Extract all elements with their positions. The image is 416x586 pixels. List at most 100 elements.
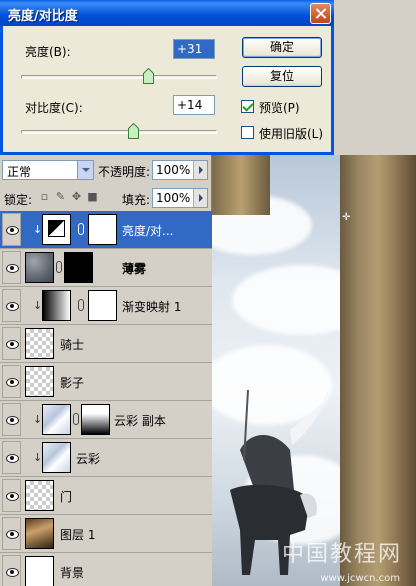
- fill-field[interactable]: 100%: [152, 188, 208, 208]
- watermark-url: www.jcwcn.com: [320, 573, 400, 584]
- layer-name: 云彩: [76, 452, 101, 466]
- blend-mode-select[interactable]: 正常: [2, 160, 94, 180]
- layer-row-gradient-map[interactable]: ↓ 渐变映射 1: [0, 287, 212, 325]
- brightness-input[interactable]: +31: [173, 39, 215, 59]
- preview-checkbox[interactable]: [241, 100, 254, 113]
- fill-arrow-icon[interactable]: [193, 189, 207, 207]
- eye-icon[interactable]: [2, 327, 21, 360]
- layer-row-layer-1[interactable]: 图层 1: [0, 515, 212, 553]
- layer-name: 骑士: [60, 338, 85, 352]
- eye-icon[interactable]: [2, 555, 21, 586]
- lock-paint-icon[interactable]: ✎: [54, 190, 67, 203]
- clip-arrow-icon: ↓: [33, 413, 43, 426]
- crosshair-cursor-icon: ✛: [342, 212, 351, 223]
- layer-name: 门: [60, 490, 73, 504]
- brightness-value: +31: [177, 42, 203, 56]
- image-canvas[interactable]: 中国教程网 www.jcwcn.com: [212, 155, 416, 586]
- contrast-label: 对比度(C):: [25, 101, 83, 115]
- adjustment-thumbnail: [42, 214, 71, 245]
- legacy-checkbox[interactable]: [241, 126, 254, 139]
- layer-thumbnail: [25, 556, 54, 586]
- layer-mask-thumbnail: [88, 214, 117, 245]
- opacity-value: 100%: [156, 163, 191, 177]
- layer-row-mist[interactable]: 薄雾: [0, 249, 212, 287]
- ok-button[interactable]: 确定: [242, 37, 322, 58]
- layer-mask-thumbnail: [81, 404, 110, 435]
- contrast-slider-thumb[interactable]: [127, 123, 139, 139]
- layer-name: 背景: [60, 566, 85, 580]
- lock-all-icon[interactable]: ■: [86, 190, 99, 203]
- opacity-label: 不透明度:: [98, 165, 151, 179]
- layer-name: 云彩 副本: [114, 414, 166, 428]
- watermark-text: 中国教程网: [281, 542, 402, 567]
- eye-icon[interactable]: [2, 403, 21, 436]
- opacity-field[interactable]: 100%: [152, 160, 208, 180]
- eye-icon[interactable]: [2, 365, 21, 398]
- layers-list: ↓ 亮度/对... 薄雾 ↓ 渐变映射 1 骑士 影子 ↓ 云彩 副本 ↓ 云彩…: [0, 211, 212, 586]
- layer-row-door[interactable]: 门: [0, 477, 212, 515]
- link-chain-icon[interactable]: [56, 261, 62, 273]
- layer-mask-thumbnail: [88, 290, 117, 321]
- layer-thumbnail: [42, 404, 71, 435]
- layer-thumbnail: [25, 328, 54, 359]
- layer-mask-thumbnail: [64, 252, 93, 283]
- layer-name: 影子: [60, 376, 85, 390]
- layers-panel: 正常 不透明度: 100% 锁定: ▫ ✎ ✥ ■ 填充: 100% ↓ 亮度/…: [0, 155, 212, 586]
- lock-transparency-icon[interactable]: ▫: [38, 190, 51, 203]
- layer-thumbnail: [42, 442, 71, 473]
- eye-icon[interactable]: [2, 213, 21, 246]
- layer-thumbnail: [25, 480, 54, 511]
- chevron-down-icon[interactable]: [77, 161, 93, 179]
- link-chain-icon[interactable]: [78, 223, 84, 235]
- layer-row-background[interactable]: 背景: [0, 553, 212, 586]
- layer-name: 渐变映射 1: [122, 300, 182, 314]
- layer-row-shadow[interactable]: 影子: [0, 363, 212, 401]
- legacy-label[interactable]: 使用旧版(L): [259, 125, 323, 142]
- lock-controls: ▫ ✎ ✥ ■: [38, 190, 99, 203]
- eye-icon[interactable]: [2, 517, 21, 550]
- link-chain-icon[interactable]: [78, 299, 84, 311]
- preview-label[interactable]: 预览(P): [259, 99, 300, 116]
- reset-button[interactable]: 复位: [242, 66, 322, 87]
- layer-row-clouds-copy[interactable]: ↓ 云彩 副本: [0, 401, 212, 439]
- layer-name: 亮度/对...: [122, 224, 174, 238]
- contrast-input[interactable]: +14: [173, 95, 215, 115]
- column-capital: [212, 155, 270, 215]
- brightness-label: 亮度(B):: [25, 45, 71, 59]
- eye-icon[interactable]: [2, 441, 21, 474]
- layer-thumbnail: [25, 252, 54, 283]
- layer-thumbnail: [25, 518, 54, 549]
- close-icon[interactable]: [310, 3, 331, 24]
- eye-icon[interactable]: [2, 251, 21, 284]
- eye-icon[interactable]: [2, 479, 21, 512]
- contrast-value: +14: [177, 98, 203, 112]
- layer-row-brightness-contrast[interactable]: ↓ 亮度/对...: [0, 211, 212, 249]
- contrast-slider-track[interactable]: [21, 130, 217, 134]
- dialog-title: 亮度/对比度: [8, 9, 78, 24]
- layer-row-clouds[interactable]: ↓ 云彩: [0, 439, 212, 477]
- brightness-contrast-dialog: 亮度/对比度 亮度(B): +31 对比度(C): +14 确定 复位 预览(P…: [0, 0, 334, 155]
- clip-arrow-icon: ↓: [33, 299, 43, 312]
- brightness-slider-track[interactable]: [21, 75, 217, 79]
- eye-icon[interactable]: [2, 289, 21, 322]
- clip-arrow-icon: ↓: [33, 451, 43, 464]
- lock-label: 锁定:: [4, 193, 33, 207]
- opacity-arrow-icon[interactable]: [193, 161, 207, 179]
- layer-name: 图层 1: [60, 528, 96, 542]
- layer-row-knight[interactable]: 骑士: [0, 325, 212, 363]
- blend-opacity-row: 正常 不透明度: 100%: [0, 160, 212, 182]
- brightness-slider-thumb[interactable]: [143, 68, 155, 84]
- layer-thumbnail: [25, 366, 54, 397]
- clip-arrow-icon: ↓: [33, 223, 43, 236]
- fill-label: 填充:: [122, 193, 151, 207]
- dialog-titlebar[interactable]: 亮度/对比度: [0, 0, 334, 26]
- adjustment-thumbnail: [42, 290, 71, 321]
- fill-value: 100%: [156, 191, 191, 205]
- lock-move-icon[interactable]: ✥: [70, 190, 83, 203]
- stone-pillar: [340, 155, 416, 586]
- link-chain-icon[interactable]: [73, 413, 79, 425]
- adjustment-icon: [48, 220, 65, 237]
- blend-mode-value: 正常: [7, 165, 32, 179]
- layer-name: 薄雾: [122, 262, 147, 276]
- wing-shape: [290, 390, 329, 445]
